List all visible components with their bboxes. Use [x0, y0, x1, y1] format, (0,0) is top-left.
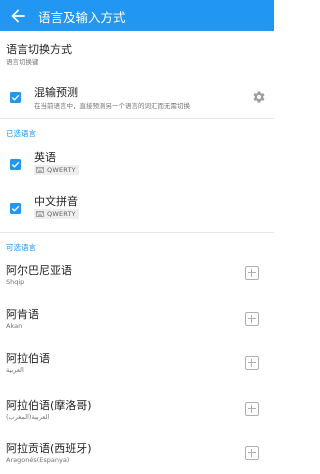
- keyboard-icon: [36, 211, 44, 217]
- check-icon: [11, 161, 20, 168]
- selected-languages-header: 已选语言: [6, 129, 36, 138]
- language-name: 阿肯语: [6, 308, 39, 321]
- switch-mode-subtitle: 语言切换键: [6, 58, 39, 66]
- selected-language-name: 中文拼音: [34, 195, 78, 208]
- check-icon: [11, 94, 20, 101]
- add-language-icon[interactable]: [245, 402, 259, 416]
- language-name: 阿尔巴尼亚语: [6, 264, 72, 277]
- language-name: 阿拉伯语(摩洛哥): [6, 399, 92, 412]
- gear-icon[interactable]: [252, 90, 266, 104]
- language-name: 阿拉伯语: [6, 352, 50, 365]
- add-language-icon[interactable]: [245, 266, 259, 280]
- english-checkbox[interactable]: [10, 159, 21, 170]
- add-language-icon[interactable]: [245, 446, 259, 460]
- pinyin-checkbox[interactable]: [10, 203, 21, 214]
- layout-label: QWERTY: [47, 210, 76, 218]
- layout-chip[interactable]: QWERTY: [34, 165, 79, 175]
- app-bar: 语言及输入方式: [0, 0, 274, 31]
- available-languages-header: 可选语言: [6, 243, 36, 252]
- mixed-prediction-checkbox[interactable]: [10, 92, 21, 103]
- back-arrow-icon[interactable]: [8, 6, 28, 26]
- language-name: 阿拉贡语(西班牙): [6, 442, 92, 455]
- mixed-prediction-subtitle: 在当前语言中，直接预测另一个语言的词汇而无需切换: [34, 102, 190, 110]
- switch-mode-title: 语言切换方式: [6, 43, 72, 56]
- language-native-name: العربية(المغرب): [6, 413, 50, 421]
- layout-chip[interactable]: QWERTY: [34, 209, 79, 219]
- keyboard-icon: [36, 167, 44, 173]
- language-native-name: Aragonés(Espanya): [6, 456, 70, 464]
- add-language-icon[interactable]: [245, 312, 259, 326]
- section-divider: [0, 232, 274, 233]
- check-icon: [11, 205, 20, 212]
- language-native-name: Akan: [6, 322, 23, 330]
- mixed-prediction-title: 混输预测: [34, 86, 78, 99]
- add-language-icon[interactable]: [245, 356, 259, 370]
- language-native-name: Shqip: [6, 278, 25, 286]
- language-native-name: العربية: [6, 366, 24, 374]
- section-divider: [0, 118, 274, 119]
- selected-language-name: 英语: [34, 151, 56, 164]
- page-title: 语言及输入方式: [38, 10, 126, 25]
- layout-label: QWERTY: [47, 166, 76, 174]
